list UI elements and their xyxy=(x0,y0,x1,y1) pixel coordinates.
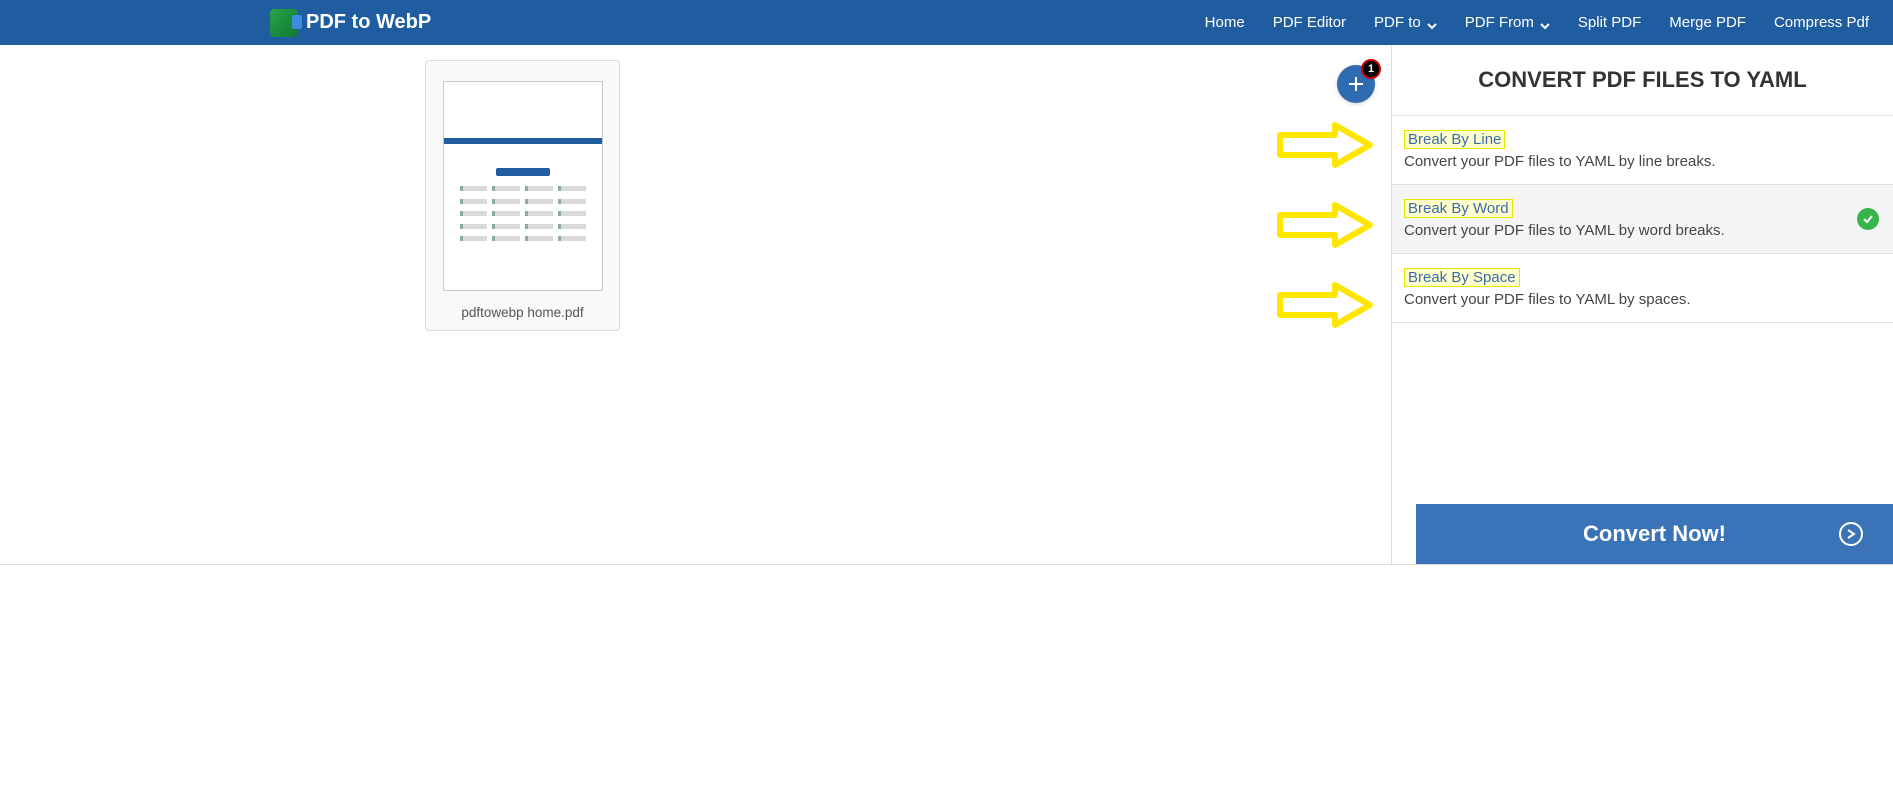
convert-option[interactable]: Break By Space Convert your PDF files to … xyxy=(1392,254,1893,323)
chevron-down-icon xyxy=(1427,18,1437,28)
nav-pdf-editor[interactable]: PDF Editor xyxy=(1273,14,1346,31)
page-thumbnail xyxy=(443,81,603,291)
arrow-right-circle-icon xyxy=(1839,522,1863,546)
option-name: Break By Space xyxy=(1404,268,1520,287)
file-name-label: pdftowebp home.pdf xyxy=(461,305,583,320)
option-desc: Convert your PDF files to YAML by spaces… xyxy=(1404,291,1837,308)
option-desc: Convert your PDF files to YAML by line b… xyxy=(1404,153,1837,170)
convert-now-button[interactable]: Convert Now! xyxy=(1416,504,1893,564)
file-count-badge: 1 xyxy=(1361,59,1381,79)
nav-split-label: Split PDF xyxy=(1578,14,1641,31)
convert-button-label: Convert Now! xyxy=(1583,521,1726,547)
options-panel: CONVERT PDF FILES TO YAML Break By Line C… xyxy=(1391,45,1893,564)
top-navbar: PDF to WebP Home PDF Editor PDF to PDF F… xyxy=(0,0,1893,45)
plus-icon xyxy=(1347,75,1365,93)
nav-home-label: Home xyxy=(1205,14,1245,31)
nav-pdf-from[interactable]: PDF From xyxy=(1465,14,1550,31)
annotation-arrow-icon xyxy=(1275,200,1375,250)
annotation-arrow-icon xyxy=(1275,280,1375,330)
main-area: pdftowebp home.pdf 1 CONVERT PDF FILES T… xyxy=(0,45,1893,565)
nav-split-pdf[interactable]: Split PDF xyxy=(1578,14,1641,31)
option-name: Break By Line xyxy=(1404,130,1505,149)
annotation-arrow-icon xyxy=(1275,120,1375,170)
panel-title: CONVERT PDF FILES TO YAML xyxy=(1392,45,1893,116)
nav-compress-pdf[interactable]: Compress Pdf xyxy=(1774,14,1869,31)
nav-merge-label: Merge PDF xyxy=(1669,14,1746,31)
nav-home[interactable]: Home xyxy=(1205,14,1245,31)
add-file-button[interactable]: 1 xyxy=(1337,65,1375,103)
file-thumbnail-card[interactable]: pdftowebp home.pdf xyxy=(425,60,620,331)
convert-option[interactable]: Break By Line Convert your PDF files to Y… xyxy=(1392,116,1893,185)
option-name: Break By Word xyxy=(1404,199,1513,218)
nav-compress-label: Compress Pdf xyxy=(1774,14,1869,31)
brand[interactable]: PDF to WebP xyxy=(270,9,431,37)
brand-logo-icon xyxy=(270,9,298,37)
nav-pdf-to[interactable]: PDF to xyxy=(1374,14,1437,31)
nav-editor-label: PDF Editor xyxy=(1273,14,1346,31)
chevron-down-icon xyxy=(1540,18,1550,28)
brand-name: PDF to WebP xyxy=(306,11,431,34)
nav-merge-pdf[interactable]: Merge PDF xyxy=(1669,14,1746,31)
file-preview-pane: pdftowebp home.pdf 1 xyxy=(0,45,1391,564)
nav-links: Home PDF Editor PDF to PDF From Split PD… xyxy=(1205,14,1869,31)
nav-from-label: PDF From xyxy=(1465,14,1534,31)
nav-to-label: PDF to xyxy=(1374,14,1421,31)
convert-option[interactable]: Break By Word Convert your PDF files to Y… xyxy=(1392,185,1893,254)
option-desc: Convert your PDF files to YAML by word b… xyxy=(1404,222,1837,239)
checkmark-icon xyxy=(1857,208,1879,230)
